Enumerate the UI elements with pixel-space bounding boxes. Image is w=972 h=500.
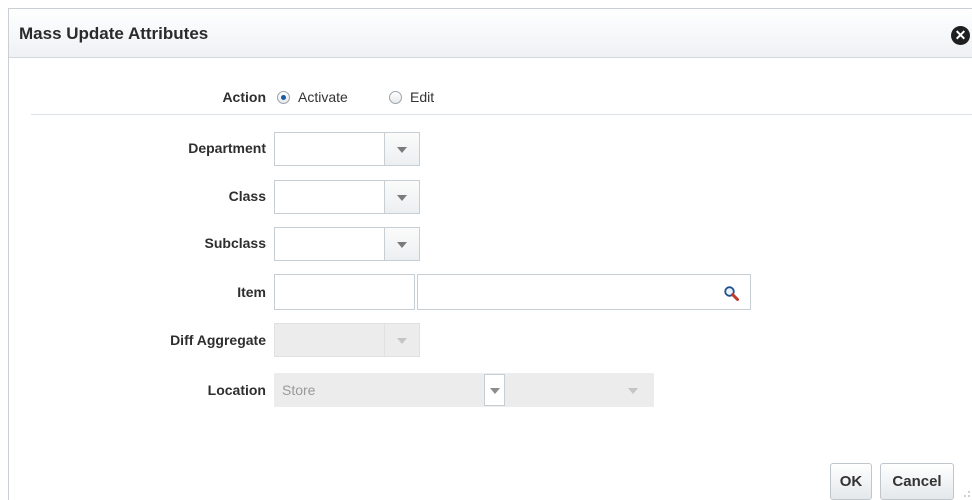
- item-description-input[interactable]: [417, 274, 751, 310]
- chevron-down-icon[interactable]: [384, 228, 419, 260]
- subclass-label: Subclass: [204, 235, 266, 251]
- radio-edit-label: Edit: [410, 89, 435, 105]
- diff-aggregate-label: Diff Aggregate: [170, 332, 266, 348]
- diff-aggregate-select[interactable]: [274, 323, 420, 357]
- chevron-down-icon[interactable]: [384, 181, 419, 213]
- location-type-value: Store: [282, 382, 316, 398]
- class-select[interactable]: [274, 180, 420, 214]
- ok-button[interactable]: OK: [830, 463, 872, 500]
- chevron-down-icon[interactable]: [384, 133, 419, 165]
- radio-edit[interactable]: Edit: [389, 89, 434, 105]
- item-input[interactable]: [274, 274, 415, 310]
- radio-selected-icon: [277, 90, 290, 104]
- mass-update-dialog: Mass Update Attributes ✕ Action Activate…: [8, 8, 972, 500]
- cancel-button[interactable]: Cancel: [880, 463, 954, 500]
- location-type-select[interactable]: Store: [274, 373, 654, 407]
- radio-activate-label: Activate: [298, 89, 348, 105]
- chevron-down-icon[interactable]: [625, 386, 641, 396]
- radio-activate[interactable]: Activate: [277, 89, 348, 105]
- dialog-header: Mass Update Attributes ✕: [9, 9, 972, 58]
- search-icon[interactable]: [723, 285, 739, 301]
- dialog-title: Mass Update Attributes: [19, 24, 209, 43]
- location-label: Location: [207, 382, 266, 398]
- chevron-down-icon[interactable]: [484, 374, 505, 406]
- department-select[interactable]: [274, 132, 420, 166]
- department-label: Department: [188, 140, 266, 156]
- action-label: Action: [222, 89, 266, 105]
- chevron-down-icon[interactable]: [384, 324, 419, 356]
- class-label: Class: [228, 188, 266, 204]
- item-label: Item: [237, 284, 266, 300]
- subclass-select[interactable]: [274, 227, 420, 261]
- resize-handle-icon[interactable]: [961, 488, 971, 498]
- radio-unselected-icon: [389, 90, 402, 104]
- divider: [31, 114, 972, 115]
- close-icon[interactable]: ✕: [951, 26, 970, 45]
